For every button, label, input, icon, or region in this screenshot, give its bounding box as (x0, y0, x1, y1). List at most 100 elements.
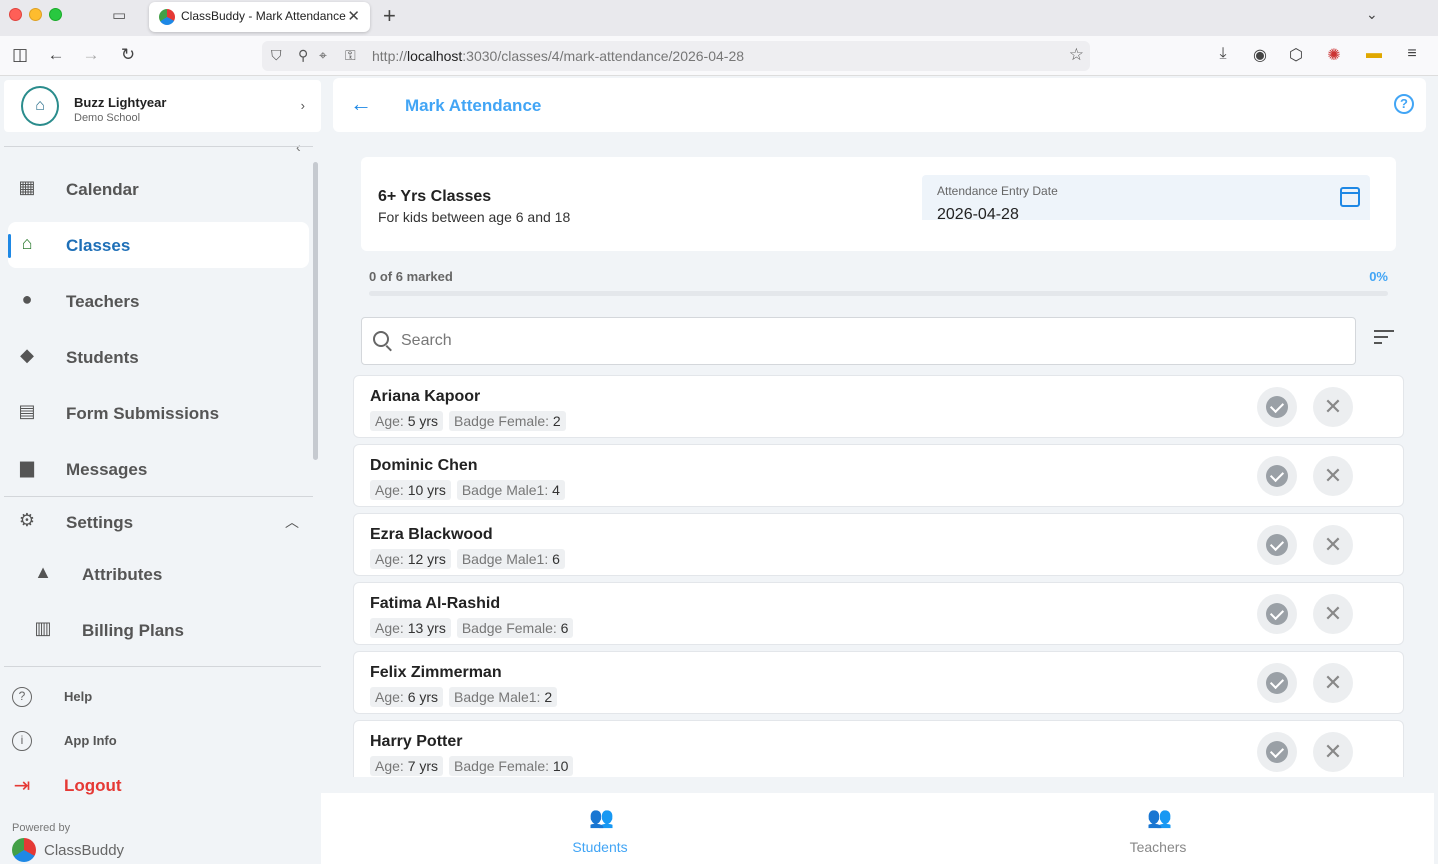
date-field-value[interactable]: 2026-04-28 (937, 206, 1019, 224)
age-value: 6 yrs (407, 689, 439, 705)
mark-absent-button[interactable]: ✕ (1313, 525, 1353, 565)
sidebar-item-calendar[interactable]: ▦ Calendar (8, 166, 309, 212)
student-row[interactable]: Ezra Blackwood Age: 12 yrs Badge Male1: 6 ✕ (353, 513, 1404, 576)
mark-absent-button[interactable]: ✕ (1313, 594, 1353, 634)
mark-present-button[interactable] (1257, 387, 1297, 427)
sidebar-item-form-submissions[interactable]: ▤ Form Submissions (8, 390, 309, 436)
window-close-button[interactable] (9, 8, 22, 21)
sidebar-item-classes[interactable]: ⌂ Classes (8, 222, 309, 268)
mark-present-button[interactable] (1257, 663, 1297, 703)
sidebar-item-students[interactable]: ◆ Students (8, 334, 309, 380)
student-name: Ariana Kapoor (370, 388, 481, 405)
chat-icon: ▆ (20, 457, 34, 477)
mark-absent-button[interactable]: ✕ (1313, 732, 1353, 772)
window-minimize-button[interactable] (29, 8, 42, 21)
collapse-sidebar-icon[interactable]: ‹ (296, 139, 301, 155)
profile-card[interactable]: ⌂ Buzz Lightyear Demo School › (4, 80, 321, 132)
student-row[interactable]: Harry Potter Age: 7 yrs Badge Female: 10 ✕ (353, 720, 1404, 777)
mark-present-button[interactable] (1257, 456, 1297, 496)
student-row[interactable]: Ariana Kapoor Age: 5 yrs Badge Female: 2 ✕ (353, 375, 1404, 438)
tab-close-icon[interactable]: ✕ (347, 7, 360, 25)
tab-overview-icon[interactable]: ▭ (112, 6, 132, 26)
url-text[interactable]: http://localhost:3030/classes/4/mark-att… (372, 48, 744, 64)
student-row[interactable]: Dominic Chen Age: 10 yrs Badge Male1: 4 ✕ (353, 444, 1404, 507)
age-chip: Age: 7 yrs (370, 756, 444, 776)
browser-tab-active[interactable]: ClassBuddy - Mark Attendance ✕ (149, 2, 370, 32)
check-icon (1269, 743, 1285, 759)
sidebar-item-settings[interactable]: ⚙ Settings ︿ (8, 499, 309, 545)
menu-icon[interactable]: ≡ (1401, 45, 1423, 63)
logout-label: Logout (64, 776, 122, 795)
close-icon: ✕ (1323, 739, 1343, 764)
badge-key: Badge Male1: (461, 482, 549, 498)
progress-bar (369, 291, 1388, 296)
profile-school: Demo School (74, 112, 141, 124)
new-tab-icon[interactable]: + (383, 3, 396, 29)
bookmark-star-icon[interactable]: ☆ (1069, 45, 1084, 65)
downloads-icon[interactable]: ⤓ (1212, 45, 1234, 63)
shield-icon[interactable]: ⛉ (271, 47, 282, 64)
sidebar-item-teachers[interactable]: ● Teachers (8, 278, 309, 324)
mark-present-button[interactable] (1257, 732, 1297, 772)
student-name: Ezra Blackwood (370, 526, 493, 543)
search-box[interactable] (361, 317, 1356, 365)
extensions-icon[interactable]: ⬡ (1285, 45, 1307, 65)
account-icon[interactable]: ◉ (1249, 45, 1271, 65)
mark-present-button[interactable] (1257, 594, 1297, 634)
teachers-group-icon: 👥 (1147, 807, 1172, 829)
sidebar-item-attributes[interactable]: ▲ Attributes (8, 551, 309, 597)
student-chips: Age: 13 yrs Badge Female: 6 (370, 618, 574, 638)
students-list[interactable]: Ariana Kapoor Age: 5 yrs Badge Female: 2 ✕ D… (353, 375, 1404, 777)
reload-icon[interactable]: ↻ (117, 45, 139, 65)
students-group-icon: 👥 (589, 807, 614, 829)
page-title: Mark Attendance (405, 96, 542, 115)
mark-present-button[interactable] (1257, 525, 1297, 565)
tab-list-chevron-icon[interactable]: ⌄ (1366, 6, 1378, 23)
sidebar-toggle-icon[interactable]: ◫ (9, 45, 31, 65)
sidebar-item-messages[interactable]: ▆ Messages (8, 446, 309, 492)
sidebar-item-label: Settings (66, 513, 134, 532)
calendar-picker-icon[interactable] (1340, 187, 1360, 207)
app-info-link[interactable]: i App Info (12, 727, 302, 757)
key-icon[interactable]: ⚿ (345, 47, 356, 64)
back-arrow-icon[interactable]: ← (350, 91, 372, 117)
help-link[interactable]: ? Help (12, 683, 302, 713)
bottom-nav-students[interactable]: 👥 Students (321, 793, 879, 864)
bottom-nav-teachers[interactable]: 👥 Teachers (879, 793, 1437, 864)
bottom-nav: 👥 Students 👥 Teachers (321, 793, 1438, 864)
color-wheel-icon[interactable]: ✺ (1323, 45, 1345, 65)
badge-value: 10 (552, 758, 569, 774)
attendance-date-field[interactable]: Attendance Entry Date 2026-04-28 (922, 175, 1370, 223)
class-description: For kids between age 6 and 18 (378, 209, 571, 225)
sidebar-item-billing-plans[interactable]: ▥ Billing Plans (8, 607, 309, 653)
gear-icon: ⚙ (18, 510, 36, 530)
check-icon (1269, 536, 1285, 552)
search-input[interactable] (401, 328, 1341, 354)
sort-icon[interactable] (1374, 330, 1394, 346)
mark-absent-button[interactable]: ✕ (1313, 663, 1353, 703)
badge-value: 4 (552, 482, 560, 498)
close-icon: ✕ (1323, 601, 1343, 626)
sidebar-scrollbar[interactable] (313, 162, 318, 460)
age-chip: Age: 13 yrs (370, 618, 451, 638)
badge-key: Badge Male1: (454, 689, 541, 705)
student-row[interactable]: Felix Zimmerman Age: 6 yrs Badge Male1: 2 ✕ (353, 651, 1404, 714)
student-row[interactable]: Fatima Al-Rashid Age: 13 yrs Badge Female:… (353, 582, 1404, 645)
logout-button[interactable]: ⇥ Logout (12, 773, 302, 803)
check-icon (1269, 467, 1285, 483)
close-icon: ✕ (1323, 670, 1343, 695)
mark-absent-button[interactable]: ✕ (1313, 387, 1353, 427)
mark-absent-button[interactable]: ✕ (1313, 456, 1353, 496)
window-zoom-button[interactable] (49, 8, 62, 21)
password-manager-icon[interactable]: ▬ (1363, 45, 1385, 63)
back-nav-icon[interactable]: ← (45, 45, 67, 65)
sidebar-item-label: Form Submissions (66, 404, 220, 423)
chevron-right-icon[interactable]: › (301, 98, 305, 113)
address-bar[interactable]: ⛉ ⚲ ⌖ ⚿ http://localhost:3030/classes/4/… (262, 41, 1090, 71)
permissions-icon[interactable]: ⚲ (298, 47, 308, 64)
chevron-up-icon[interactable]: ︿ (285, 512, 299, 532)
tab-title: ClassBuddy - Mark Attendance (181, 9, 346, 23)
help-icon[interactable]: ? (1394, 94, 1414, 114)
location-icon[interactable]: ⌖ (319, 47, 327, 64)
forward-nav-icon[interactable]: → (80, 45, 102, 65)
